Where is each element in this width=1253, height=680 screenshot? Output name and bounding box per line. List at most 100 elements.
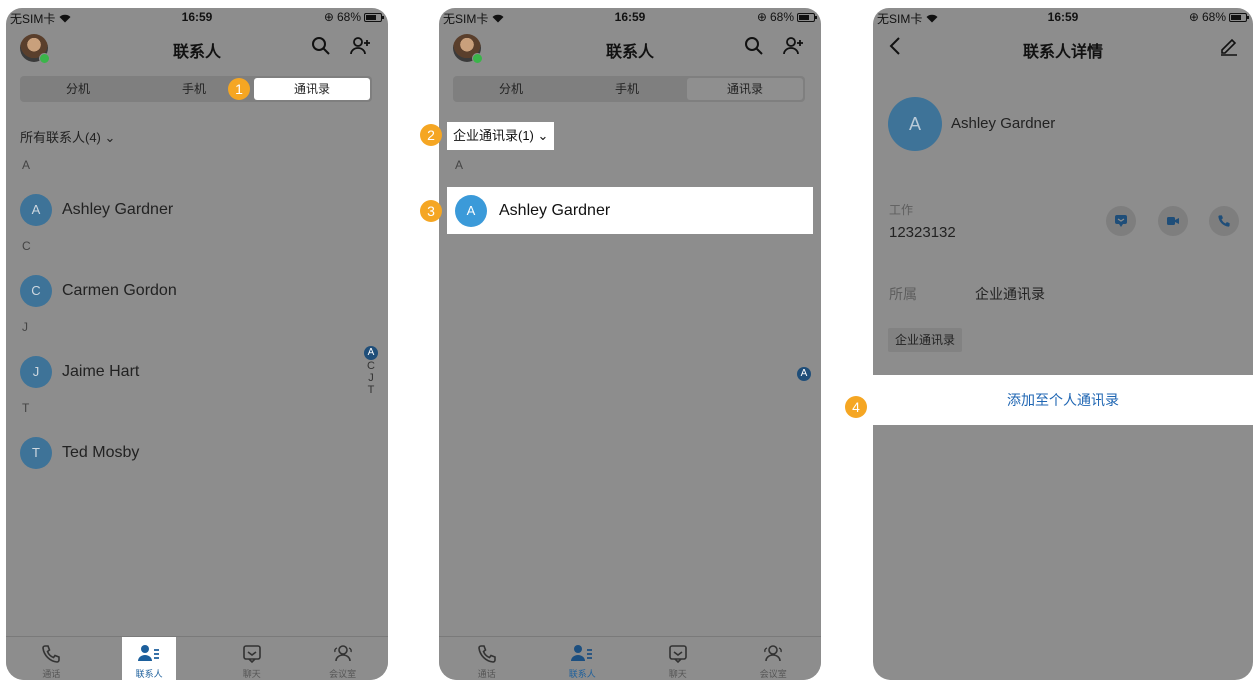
work-number: 12323132 [889, 224, 956, 241]
edit-pencil-icon[interactable] [1219, 36, 1239, 56]
search-icon[interactable] [311, 36, 331, 56]
tab-directory[interactable]: 通讯录 [254, 78, 370, 100]
search-icon[interactable] [744, 36, 764, 56]
section-letter: A [455, 158, 464, 172]
bottom-tab-bar: 通话 联系人 聊天 会议室 [439, 636, 821, 680]
message-button[interactable] [1106, 206, 1136, 236]
tab-calls[interactable]: 通话 [439, 637, 535, 680]
add-to-personal-contacts-button[interactable]: 添加至个人通讯录 [873, 375, 1253, 425]
phone-screen-contacts: 无SIM卡 16:59 ⊕ 68% 联系人 分机 手机 通讯录 所有联系人(4) … [6, 8, 388, 680]
chevron-down-icon: ⌄ [537, 128, 549, 143]
contacts-filter-dropdown[interactable]: 所有联系人(4) ⌄ [20, 127, 115, 146]
meeting-icon [333, 645, 352, 662]
tab-contacts[interactable]: 联系人 [121, 637, 177, 680]
battery-percent: 68% [336, 10, 361, 24]
bottom-tab-bar: 通话 联系人 聊天 会议室 [6, 636, 388, 680]
add-contact-icon[interactable] [783, 36, 805, 56]
tab-label: 会议室 [759, 669, 787, 679]
belongs-label: 所属 [889, 286, 917, 302]
filter-label: 企业通讯录(1) [453, 128, 534, 143]
step-badge: 2 [420, 124, 442, 146]
contact-avatar-large: A [888, 97, 942, 151]
contact-row[interactable]: J Jaime Hart [20, 352, 358, 392]
section-letter: A [22, 158, 31, 172]
contact-row[interactable]: T Ted Mosby [20, 433, 358, 473]
contact-name: Ashley Gardner [951, 115, 1056, 132]
battery-percent: 68% [1201, 10, 1226, 24]
tab-directory[interactable]: 通讯录 [687, 78, 803, 100]
index-letter[interactable]: C [364, 360, 378, 372]
tab-meeting[interactable]: 会议室 [726, 637, 822, 680]
tab-label: 通话 [42, 669, 61, 679]
chat-icon [668, 645, 687, 664]
phone-icon [42, 645, 61, 663]
chevron-down-icon: ⌄ [104, 130, 116, 145]
phone-screen-contact-detail: 无SIM卡 16:59 ⊕ 68% 联系人详情 A Ashley Gardner … [873, 8, 1253, 680]
index-letter[interactable]: J [364, 372, 378, 384]
nav-header: 联系人 [439, 30, 821, 64]
tab-label: 聊天 [242, 669, 261, 679]
page-title: 联系人详情 [1022, 44, 1103, 61]
contact-row[interactable]: C Carmen Gordon [20, 271, 358, 311]
tab-extension[interactable]: 分机 [453, 76, 569, 102]
belongs-value: 企业通讯录 [975, 286, 1045, 302]
contact-name: Carmen Gordon [62, 282, 177, 299]
battery-icon [797, 12, 817, 22]
section-letter: T [22, 401, 30, 415]
voice-call-button[interactable] [1209, 206, 1239, 236]
contacts-icon [571, 645, 593, 661]
tab-contacts[interactable]: 联系人 [535, 637, 631, 680]
tab-chat[interactable]: 聊天 [206, 637, 297, 680]
battery-icon [364, 12, 384, 22]
video-camera-icon [1167, 217, 1179, 225]
directory-tag: 企业通讯录 [888, 328, 963, 352]
tab-label: 聊天 [668, 669, 687, 679]
tab-label: 联系人 [135, 669, 163, 679]
step-badge: 3 [420, 200, 442, 222]
lock-rotation-icon: ⊕ [1188, 10, 1199, 24]
tab-meeting[interactable]: 会议室 [297, 637, 388, 680]
section-letter: C [22, 239, 31, 253]
battery-icon [1229, 12, 1249, 22]
lock-rotation-icon: ⊕ [756, 10, 767, 24]
alphabet-index[interactable]: A [797, 367, 811, 381]
segmented-control: 分机 手机 通讯录 [453, 76, 805, 102]
contact-avatar: A [20, 194, 52, 226]
tab-label: 联系人 [568, 669, 596, 679]
segmented-control: 分机 手机 通讯录 [20, 76, 372, 102]
status-bar: 无SIM卡 16:59 ⊕ 68% [6, 8, 388, 26]
chat-icon [242, 645, 261, 664]
phone-icon [1218, 215, 1230, 227]
index-letter-active[interactable]: A [797, 367, 811, 381]
contact-row[interactable]: A Ashley Gardner [20, 190, 358, 230]
tab-calls[interactable]: 通话 [6, 637, 97, 680]
status-bar: 无SIM卡 16:59 ⊕ 68% [439, 8, 821, 26]
tab-extension[interactable]: 分机 [20, 76, 136, 102]
contact-row[interactable]: A Ashley Gardner [447, 187, 813, 234]
contact-name: Ted Mosby [62, 444, 140, 461]
contact-avatar: J [20, 356, 52, 388]
tab-label: 会议室 [329, 669, 357, 679]
message-icon [1115, 215, 1127, 227]
contact-avatar: T [20, 437, 52, 469]
tab-chat[interactable]: 聊天 [630, 637, 726, 680]
directory-filter-dropdown[interactable]: 企业通讯录(1) ⌄ [447, 122, 555, 150]
contact-name: Jaime Hart [62, 363, 140, 380]
status-bar: 无SIM卡 16:59 ⊕ 68% [873, 8, 1253, 26]
index-letter-active[interactable]: A [364, 346, 378, 360]
contact-avatar: A [455, 194, 487, 227]
contact-avatar: C [20, 275, 52, 307]
alphabet-index[interactable]: A C J T [364, 346, 378, 396]
nav-header: 联系人 [6, 30, 388, 64]
phone-icon [477, 645, 496, 663]
contact-name: Ashley Gardner [499, 201, 611, 219]
filter-label: 所有联系人(4) [20, 130, 101, 145]
tab-label: 通话 [477, 669, 496, 679]
battery-percent: 68% [769, 10, 794, 24]
video-call-button[interactable] [1158, 206, 1188, 236]
add-contact-icon[interactable] [350, 36, 372, 56]
meeting-icon [764, 645, 783, 662]
tab-mobile[interactable]: 手机 [569, 76, 685, 102]
work-label: 工作 [889, 203, 914, 217]
index-letter[interactable]: T [364, 384, 378, 396]
